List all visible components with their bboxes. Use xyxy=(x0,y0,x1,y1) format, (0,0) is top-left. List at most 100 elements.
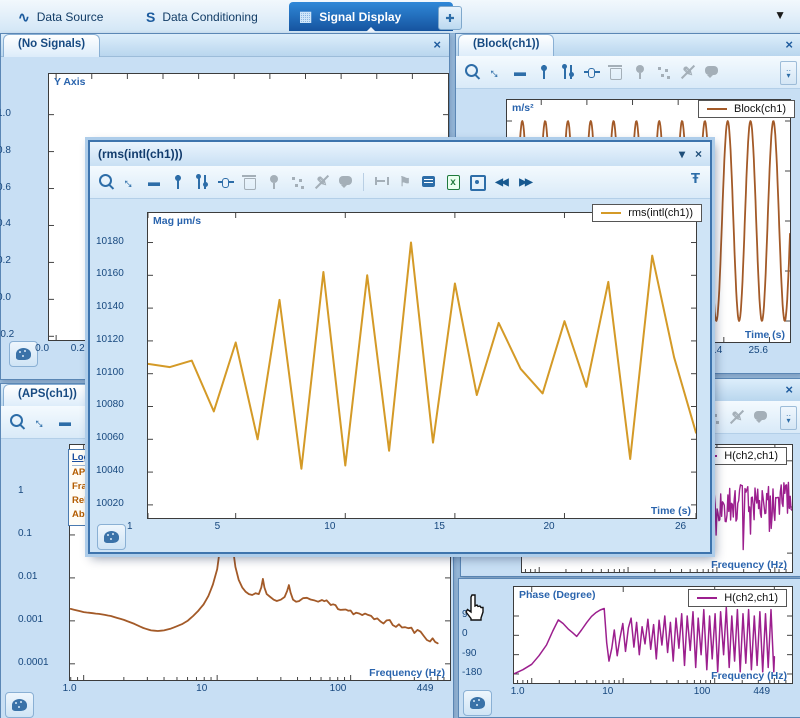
x-tick-label: 25.6 xyxy=(748,345,788,356)
offset-cursor-icon[interactable] xyxy=(216,172,236,192)
overflow-caret-icon: ▾ xyxy=(786,418,790,423)
x-tick-label: 100 xyxy=(694,686,734,697)
doc-tab-block[interactable]: (Block(ch1)) xyxy=(458,34,554,57)
rms-legend: rms(intl(ch1)) xyxy=(592,204,702,222)
y-tick-label: 1.0 xyxy=(0,108,43,119)
y-tick-label: -180 xyxy=(462,667,508,678)
dropdown-icon[interactable]: ▼ xyxy=(774,8,786,22)
zoom-refresh-icon[interactable] xyxy=(7,412,27,432)
dual-cursor-icon[interactable] xyxy=(558,62,578,82)
points-icon[interactable] xyxy=(288,172,308,192)
y-tick-label: 90 xyxy=(462,609,508,620)
delete-icon[interactable] xyxy=(240,172,260,192)
rms-plot-area[interactable]: Mag µm/s Time (s) rms(intl(ch1)) 1510152… xyxy=(90,196,710,552)
block-toolbar: ↔▬ ✎ xyxy=(456,56,800,89)
legend-label: H(ch2,ch1) xyxy=(724,592,778,604)
doc-tab-aps[interactable]: (APS(ch1)) xyxy=(3,384,92,407)
comment-icon[interactable] xyxy=(336,172,356,192)
close-icon[interactable]: × xyxy=(785,37,793,52)
palette-icon[interactable] xyxy=(9,341,38,367)
pushpin-icon[interactable]: Ŧ xyxy=(691,170,700,187)
palette-icon[interactable] xyxy=(97,524,126,550)
legend-line-sample xyxy=(697,597,717,599)
note-icon[interactable] xyxy=(419,172,439,192)
tab-row: (Block(ch1)) × xyxy=(456,34,800,57)
prev-icon[interactable]: ◀◀ xyxy=(491,172,511,192)
doc-tab-label: (Block(ch1)) xyxy=(473,38,539,50)
next-icon[interactable]: ▶▶ xyxy=(515,172,535,192)
y-tick-label: 0.001 xyxy=(18,614,64,625)
offset-cursor-icon[interactable] xyxy=(582,62,602,82)
tab-data-source[interactable]: ∿ Data Source xyxy=(8,5,113,29)
expand-icon[interactable]: ↔ xyxy=(27,408,55,436)
close-icon[interactable]: × xyxy=(695,147,702,161)
y-tick-label: 10120 xyxy=(96,334,142,345)
active-tab-notch xyxy=(366,27,376,32)
legend-label: H(ch2,ch1) xyxy=(724,450,778,462)
panel-phase-h-ch2-ch1: Phase (Degree) Frequency (Hz) H(ch2,ch1)… xyxy=(458,578,800,718)
x-tick-label: 10 xyxy=(602,686,642,697)
expand-icon[interactable]: ↔ xyxy=(116,168,144,196)
y-tick-label: 10140 xyxy=(96,301,142,312)
points-icon[interactable] xyxy=(654,62,674,82)
comment-icon[interactable] xyxy=(702,62,722,82)
rms-plot[interactable]: Mag µm/s Time (s) xyxy=(147,212,697,519)
snapshot-icon[interactable] xyxy=(467,172,487,192)
title-bar[interactable]: (rms(intl(ch1))) ▾ × xyxy=(90,142,710,167)
zoom-refresh-icon[interactable] xyxy=(462,62,482,82)
x-tick-label: 1 xyxy=(127,521,167,532)
close-icon[interactable]: × xyxy=(785,382,793,397)
display-icon[interactable]: ▬ xyxy=(144,172,164,192)
flag-icon[interactable]: ⚑ xyxy=(395,172,415,192)
palette-glyph xyxy=(470,697,485,709)
y-tick-label: 10100 xyxy=(96,367,142,378)
move-icon: ✚ xyxy=(445,12,454,25)
palette-glyph xyxy=(12,699,27,711)
cursor-icon[interactable] xyxy=(534,62,554,82)
comment-icon[interactable] xyxy=(751,407,771,427)
toolbar-overflow-button[interactable]: ·· ▾ xyxy=(780,406,797,430)
block-legend: Block(ch1) xyxy=(698,100,795,118)
toolbar-overflow-button[interactable]: ·· ▾ xyxy=(780,61,797,85)
overflow-caret-icon: ▾ xyxy=(786,73,790,78)
palette-icon[interactable] xyxy=(5,692,34,718)
display-icon[interactable]: ▬ xyxy=(510,62,530,82)
tab-label: Signal Display xyxy=(319,10,401,24)
cursor-icon[interactable] xyxy=(168,172,188,192)
y-tick-label: 0.8 xyxy=(0,145,43,156)
x-tick-label: 26 xyxy=(675,521,715,532)
expand-icon[interactable]: ↔ xyxy=(482,58,510,86)
doc-tab-label: (APS(ch1)) xyxy=(18,388,77,400)
grid-icon: ▦ xyxy=(299,8,312,25)
annotate-off-icon[interactable]: ✎ xyxy=(678,62,698,82)
phase-plot-area[interactable]: Phase (Degree) Frequency (Hz) H(ch2,ch1)… xyxy=(459,579,800,717)
delete-icon[interactable] xyxy=(606,62,626,82)
marker-icon[interactable] xyxy=(630,62,650,82)
display-icon[interactable]: ▬ xyxy=(55,412,75,432)
application-window: ∿ Data Source S Data Conditioning ▦ Sign… xyxy=(0,0,800,718)
tab-signal-display[interactable]: ▦ Signal Display xyxy=(289,2,453,31)
rms-toolbar: ↔▬ ✎ ⚑ ◀◀▶▶ xyxy=(90,166,710,199)
tab-data-conditioning[interactable]: S Data Conditioning xyxy=(136,5,268,29)
measure-icon[interactable] xyxy=(371,172,391,192)
y-tick-label: -0.2 xyxy=(0,329,43,340)
marker-icon[interactable] xyxy=(264,172,284,192)
move-button[interactable]: ✚ xyxy=(438,6,462,30)
dual-cursor-icon[interactable] xyxy=(192,172,212,192)
y-tick-label: 10060 xyxy=(96,432,142,443)
close-icon[interactable]: × xyxy=(433,37,441,52)
palette-icon[interactable] xyxy=(463,690,492,716)
zoom-refresh-icon[interactable] xyxy=(96,172,116,192)
y-tick-label: 0.2 xyxy=(0,255,43,266)
y-tick-label: 0.6 xyxy=(0,182,43,193)
window-title: (rms(intl(ch1))) xyxy=(98,147,183,161)
doc-tab-label: (No Signals) xyxy=(18,38,85,50)
annotate-off-icon[interactable]: ✎ xyxy=(727,407,747,427)
annotate-off-icon[interactable]: ✎ xyxy=(312,172,332,192)
window-menu-icon[interactable]: ▾ xyxy=(679,147,685,161)
ribbon-bar: ∿ Data Source S Data Conditioning ▦ Sign… xyxy=(0,0,800,34)
y-tick-label: 10040 xyxy=(96,465,142,476)
doc-tab-no-signals[interactable]: (No Signals) xyxy=(3,34,100,57)
excel-export-icon[interactable] xyxy=(443,172,463,192)
x-tick-label: 10 xyxy=(196,683,236,694)
